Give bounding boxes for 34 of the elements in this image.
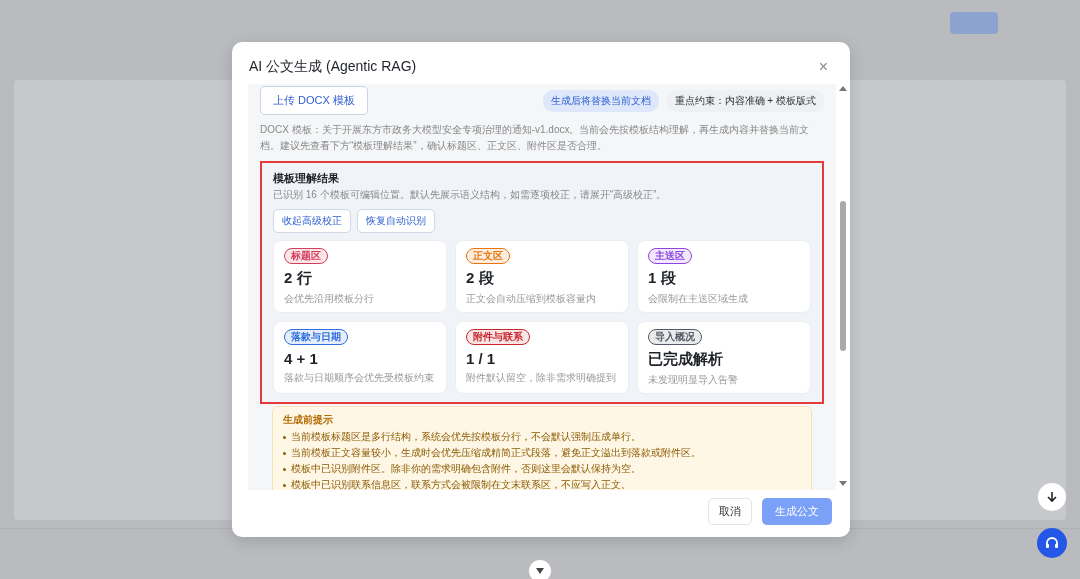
tip-item: 当前模板标题区是多行结构，系统会优先按模板分行，不会默认强制压成单行。 [283, 429, 801, 445]
region-tag: 正文区 [466, 248, 510, 264]
card-value: 2 段 [466, 269, 494, 288]
card-value: 2 行 [284, 269, 312, 288]
region-tag: 标题区 [284, 248, 328, 264]
template-description: DOCX 模板：关于开展东方市政务大模型安全专项治理的通知-v1.docx。当前会先按模板结构理解，再生成内容并替换当前文档。建议先查看下方“模板理解结果”，确认标题区、正文区、附件区是否合理。 [260, 123, 811, 153]
card-note: 会优先沿用模板分行 [284, 292, 374, 306]
card-note: 落款与日期顺序会优先受模板约束 [284, 371, 434, 385]
tip-item: 模板中已识别联系信息区，联系方式会被限制在文末联系区，不应写入正文。 [283, 477, 801, 490]
status-chip: 生成后将替换当前文档 [542, 89, 659, 112]
status-chip: 重点约束：内容准确 + 模板版式 [666, 89, 824, 112]
tips-title: 生成前提示 [283, 413, 334, 427]
close-button[interactable]: × [814, 58, 832, 76]
card-note: 附件默认留空，除非需求明确提到 [466, 371, 616, 385]
card-value: 1 段 [648, 269, 676, 288]
region-tag: 导入概况 [648, 329, 702, 345]
card-note: 会限制在主送区域生成 [648, 292, 748, 306]
upload-button[interactable]: 上传 DOCX 模板 [260, 86, 368, 115]
region-tag: 落款与日期 [284, 329, 348, 345]
region-tag: 主送区 [648, 248, 692, 264]
card-value: 1 / 1 [466, 350, 496, 367]
card-value: 4 + 1 [284, 350, 318, 367]
section-subtitle: 已识别 16 个模板可编辑位置。默认先展示语义结构，如需逐项校正，请展开“高级校正”。 [273, 188, 668, 202]
cancel-button[interactable]: 取消 [708, 498, 752, 525]
section-title: 模板理解结果 [273, 171, 340, 186]
action-button[interactable]: 恢复自动识别 [357, 209, 435, 233]
card-note: 未发现明显导入告警 [648, 373, 738, 387]
card-note: 正文会自动压缩到模板容量内 [466, 292, 596, 306]
tip-item: 当前模板正文容量较小，生成时会优先压缩成精简正式段落，避免正文溢出到落款或附件区。 [283, 445, 801, 461]
card-value: 已完成解析 [648, 350, 723, 369]
action-button[interactable]: 收起高级校正 [273, 209, 351, 233]
tip-item: 模板中已识别附件区。除非你的需求明确包含附件，否则这里会默认保持为空。 [283, 461, 801, 477]
dialog-title: AI 公文生成 (Agentic RAG) [249, 58, 417, 76]
region-tag: 附件与联系 [466, 329, 530, 345]
